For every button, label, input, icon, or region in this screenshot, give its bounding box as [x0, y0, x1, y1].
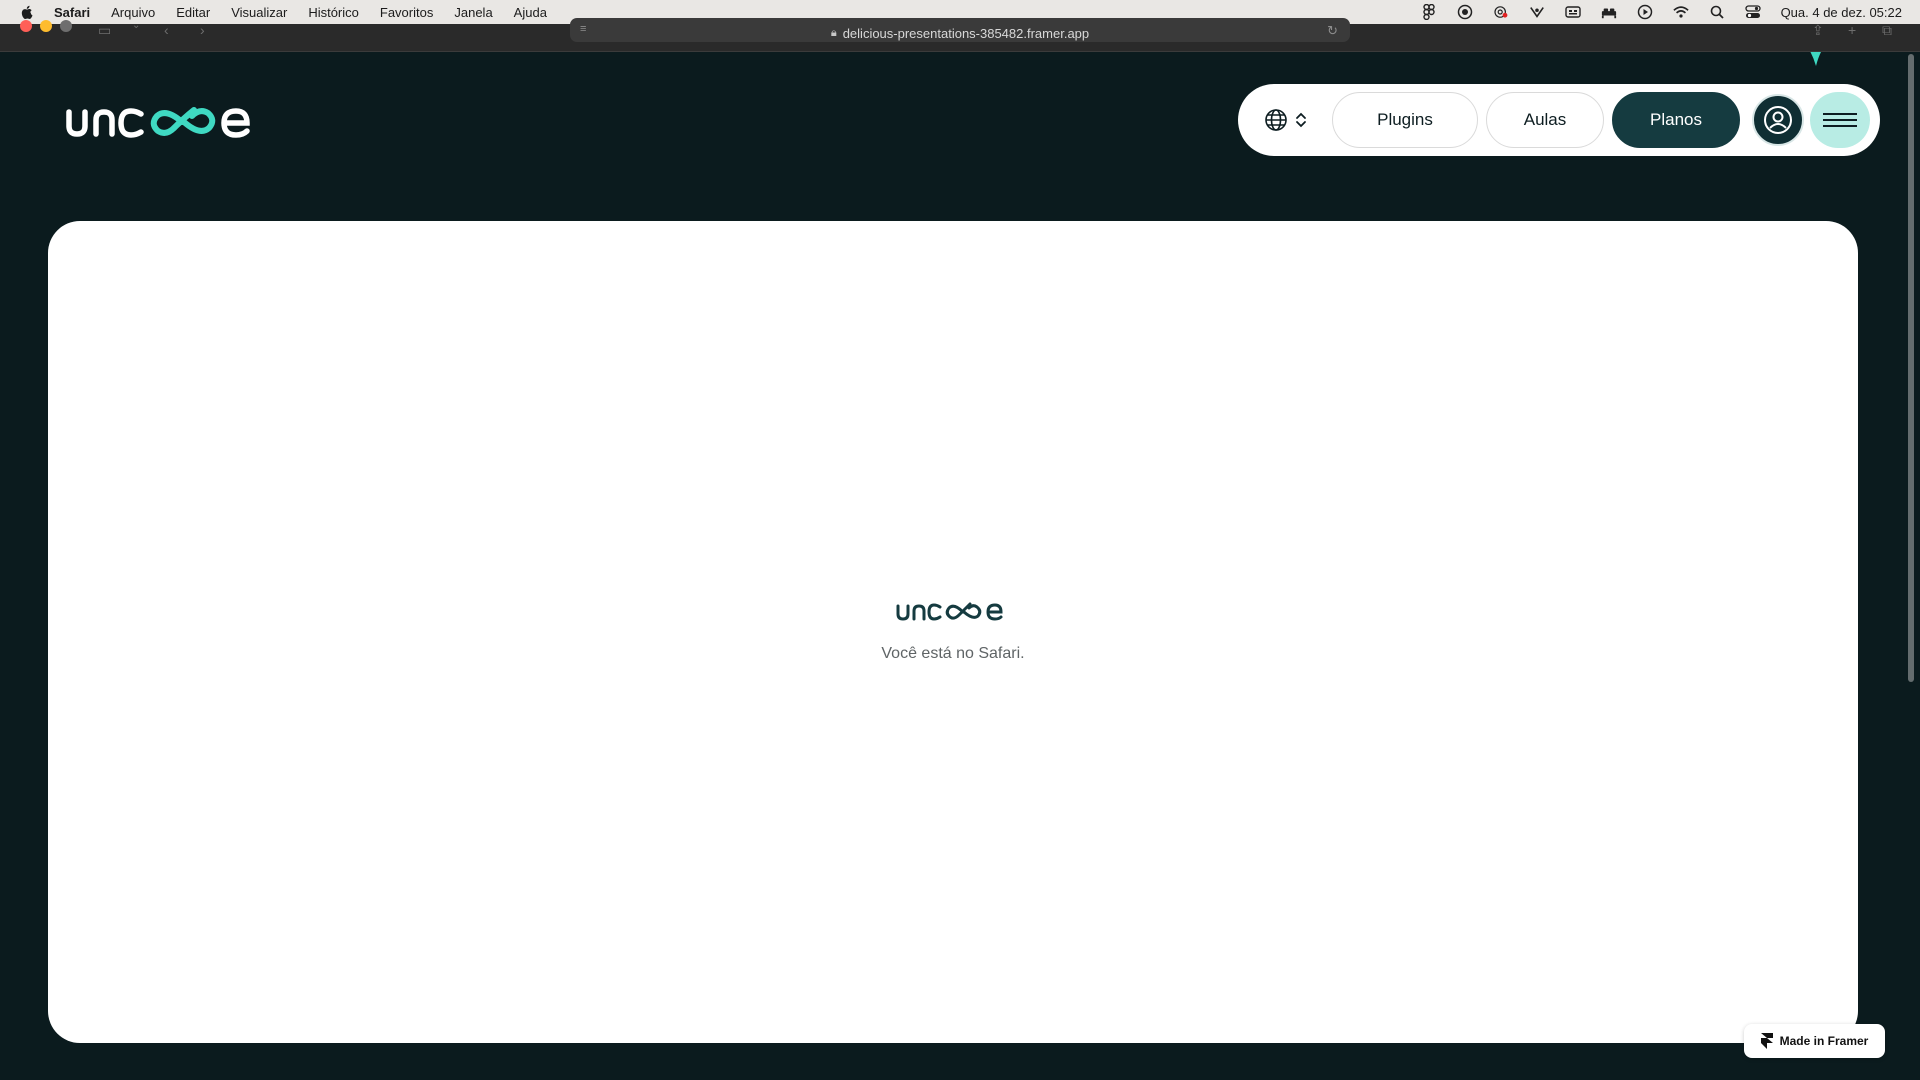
address-bar[interactable]: ≡ 🔒︎ delicious-presentations-385482.fram… — [570, 18, 1350, 42]
hamburger-menu-button[interactable] — [1810, 92, 1870, 148]
keyboard-icon[interactable] — [1564, 4, 1581, 20]
reload-icon[interactable]: ↻ — [1327, 23, 1338, 39]
play-icon[interactable] — [1637, 4, 1653, 20]
apple-icon[interactable] — [18, 3, 36, 21]
menu-ajuda[interactable]: Ajuda — [514, 5, 547, 20]
globe-icon — [1265, 109, 1287, 131]
uncode-logo[interactable] — [66, 98, 266, 140]
made-in-framer-badge[interactable]: Made in Framer — [1744, 1024, 1885, 1058]
scrollbar-thumb[interactable] — [1908, 54, 1914, 682]
menu-app-safari[interactable]: Safari — [54, 5, 90, 20]
main-nav: Plugins Aulas Planos — [1238, 84, 1880, 156]
made-in-framer-label: Made in Framer — [1779, 1034, 1869, 1048]
share-icon[interactable]: ⇪ — [1812, 22, 1824, 39]
user-icon — [1764, 106, 1792, 134]
chevron-updown-icon — [1296, 112, 1306, 128]
menu-historico[interactable]: Histórico — [308, 5, 359, 20]
content-card: Você está no Safari. — [48, 221, 1858, 1043]
browser-message: Você está no Safari. — [881, 645, 1025, 662]
menu-visualizar[interactable]: Visualizar — [231, 5, 287, 20]
record-icon[interactable] — [1457, 4, 1473, 20]
menu-arquivo[interactable]: Arquivo — [111, 5, 155, 20]
menu-janela[interactable]: Janela — [454, 5, 492, 20]
status-area: Qua. 4 de dez. 05:22 — [1421, 0, 1902, 24]
uncode-logo-small — [896, 602, 1003, 621]
url-text: delicious-presentations-385482.framer.ap… — [842, 25, 1090, 41]
tab-overview-icon[interactable]: ⧉ — [1882, 22, 1892, 39]
user-account-button[interactable] — [1752, 94, 1804, 146]
chevron-down-icon[interactable]: ⌄ — [132, 20, 140, 31]
framer-icon — [1760, 1033, 1773, 1049]
back-icon[interactable]: ‹ — [164, 22, 169, 38]
control-center-icon[interactable] — [1744, 4, 1761, 20]
teal-pointer-icon — [1810, 52, 1821, 66]
planos-button[interactable]: Planos — [1612, 92, 1740, 148]
page-viewport: Plugins Aulas Planos Você está no Safari… — [0, 52, 1920, 1080]
reader-icon[interactable]: ≡ — [580, 23, 586, 35]
lock-icon: 🔒︎ — [830, 26, 837, 39]
vpn-icon[interactable] — [1529, 4, 1545, 20]
menu-favoritos[interactable]: Favoritos — [380, 5, 433, 20]
close-window-button[interactable] — [20, 20, 32, 32]
window-controls — [20, 20, 72, 32]
figma-icon[interactable] — [1421, 4, 1437, 20]
menu-editar[interactable]: Editar — [176, 5, 210, 20]
safari-toolbar: ▭ ⌄ ‹ › ≡ 🔒︎ delicious-presentations-385… — [0, 18, 1920, 52]
menubar-clock[interactable]: Qua. 4 de dez. 05:22 — [1781, 5, 1902, 20]
aulas-button[interactable]: Aulas — [1486, 92, 1604, 148]
zoom-window-button[interactable] — [60, 20, 72, 32]
new-tab-icon[interactable]: + — [1848, 22, 1856, 38]
cloud-icon[interactable] — [1493, 4, 1509, 20]
bed-icon[interactable] — [1601, 4, 1617, 20]
plugins-button[interactable]: Plugins — [1332, 92, 1478, 148]
language-selector[interactable] — [1264, 102, 1324, 138]
hamburger-icon — [1823, 113, 1857, 127]
wifi-icon[interactable] — [1672, 4, 1689, 20]
minimize-window-button[interactable] — [40, 20, 52, 32]
search-icon[interactable] — [1709, 4, 1725, 20]
sidebar-icon[interactable]: ▭ — [98, 22, 111, 39]
forward-icon[interactable]: › — [200, 22, 205, 38]
page-scrollbar[interactable] — [1906, 52, 1916, 1080]
